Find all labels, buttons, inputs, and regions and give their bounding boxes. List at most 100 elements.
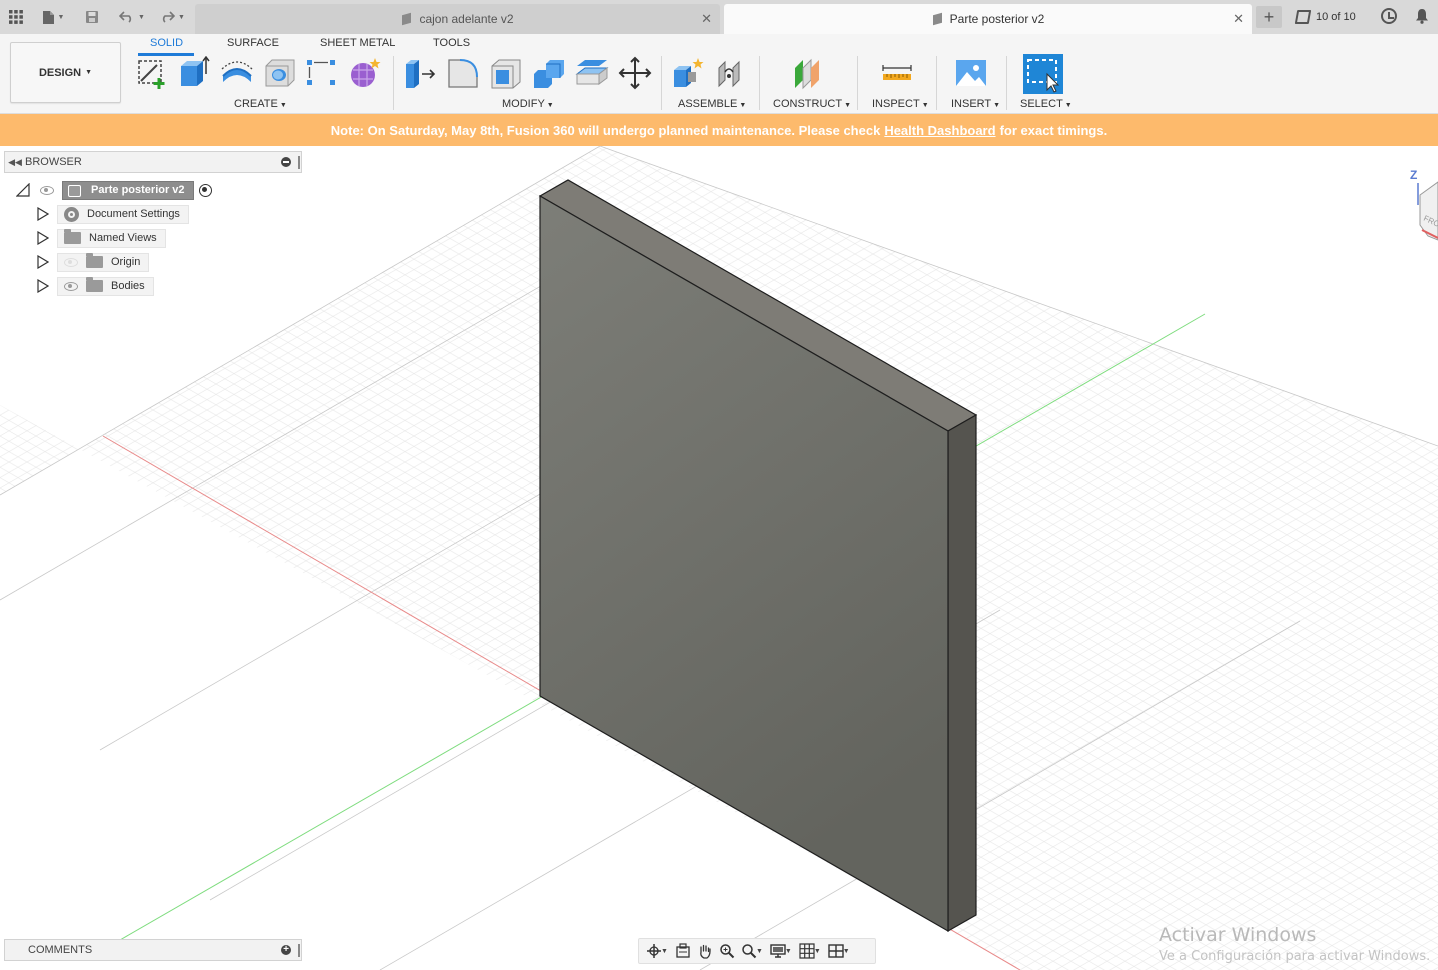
- offset-face-icon: [575, 60, 609, 85]
- chevron-down-icon[interactable]: ▼: [661, 948, 668, 955]
- canvas-viewport[interactable]: FRO: [0, 146, 1438, 970]
- job-status-icon[interactable]: [1381, 8, 1397, 24]
- look-at-icon[interactable]: [672, 942, 694, 960]
- move-copy-button[interactable]: [618, 56, 652, 90]
- document-settings-chip[interactable]: Document Settings: [57, 204, 189, 224]
- named-views-label: Named Views: [89, 232, 157, 244]
- chevron-down-icon[interactable]: ▼: [843, 948, 850, 955]
- tree-collapse-icon[interactable]: [16, 183, 30, 197]
- combine-button[interactable]: [532, 56, 566, 90]
- viewcube-z-label: Z: [1410, 168, 1418, 182]
- new-tab-button[interactable]: +: [1256, 6, 1282, 28]
- origin-chip[interactable]: Origin: [57, 252, 150, 272]
- chevron-down-icon[interactable]: ▼: [756, 948, 763, 955]
- extrude-button[interactable]: [177, 55, 211, 90]
- offset-plane-button[interactable]: [791, 56, 825, 90]
- insert-menu[interactable]: INSERT ▼: [951, 98, 1000, 110]
- close-icon[interactable]: ✕: [701, 11, 712, 27]
- inspect-menu[interactable]: INSPECT ▼: [872, 98, 929, 110]
- maintenance-notice: Note: On Saturday, May 8th, Fusion 360 w…: [0, 114, 1438, 146]
- root-component-chip[interactable]: Parte posterior v2: [62, 180, 194, 200]
- press-pull-button[interactable]: [403, 56, 437, 90]
- fillet-button[interactable]: [446, 56, 480, 90]
- named-views-chip[interactable]: Named Views: [57, 228, 166, 248]
- pattern-button[interactable]: [305, 56, 339, 90]
- tab-sheet-metal[interactable]: SHEET METAL: [320, 37, 395, 49]
- assemble-label: ASSEMBLE: [678, 98, 738, 110]
- measure-button[interactable]: [880, 56, 914, 90]
- offset-face-button[interactable]: [575, 56, 609, 90]
- hole-button[interactable]: [263, 56, 297, 90]
- shell-icon: [491, 59, 521, 89]
- move-icon: [618, 56, 652, 90]
- select-button[interactable]: [1023, 54, 1063, 94]
- version-icon: [1294, 10, 1312, 24]
- image-icon: [956, 60, 986, 86]
- zoom-icon[interactable]: [716, 942, 738, 960]
- create-sketch-button[interactable]: [135, 56, 169, 90]
- visibility-eye-icon[interactable]: [40, 185, 54, 195]
- panel-grip[interactable]: [298, 944, 300, 957]
- document-tab-cajon-adelante[interactable]: cajon adelante v2 ✕: [195, 4, 720, 34]
- undo-button[interactable]: ▼: [116, 6, 148, 28]
- health-dashboard-link[interactable]: Health Dashboard: [884, 123, 995, 138]
- comments-panel-header[interactable]: COMMENTS +: [4, 939, 302, 961]
- chevron-down-icon[interactable]: ▼: [785, 948, 792, 955]
- browser-item-origin[interactable]: Origin: [37, 252, 150, 272]
- folder-icon: [86, 253, 103, 268]
- select-menu[interactable]: SELECT ▼: [1020, 98, 1072, 110]
- create-form-button[interactable]: [348, 56, 382, 90]
- visibility-eye-hidden-icon[interactable]: [64, 257, 78, 267]
- panel-grip[interactable]: [298, 156, 300, 169]
- visibility-eye-icon[interactable]: [64, 281, 78, 291]
- expand-icon[interactable]: [37, 207, 49, 221]
- document-tab-parte-posterior[interactable]: Parte posterior v2 ✕: [724, 4, 1252, 34]
- folder-icon: [64, 229, 81, 244]
- pan-hand-icon[interactable]: [694, 942, 716, 960]
- save-button[interactable]: [82, 6, 102, 28]
- activate-component-icon[interactable]: [198, 183, 212, 197]
- expand-icon[interactable]: [37, 255, 49, 269]
- expand-icon[interactable]: [37, 231, 49, 245]
- activation-watermark-subtitle: Ve a Configuración para activar Windows.: [1159, 949, 1431, 964]
- tab-solid[interactable]: SOLID: [150, 37, 183, 49]
- new-component-icon: [674, 58, 704, 87]
- workspace-label: DESIGN: [38, 66, 82, 79]
- collapse-panel-icon[interactable]: ◀◀: [5, 157, 25, 168]
- joint-button[interactable]: [715, 56, 749, 90]
- construct-menu[interactable]: CONSTRUCT ▼: [773, 98, 851, 110]
- expand-icon[interactable]: [37, 279, 49, 293]
- notification-bell-icon[interactable]: [1414, 7, 1430, 25]
- assemble-menu[interactable]: ASSEMBLE ▼: [678, 98, 746, 110]
- create-menu[interactable]: CREATE ▼: [234, 98, 287, 110]
- chevron-down-icon[interactable]: ▼: [814, 948, 821, 955]
- app-grid-icon[interactable]: [6, 6, 26, 28]
- redo-button[interactable]: ▼: [156, 6, 188, 28]
- combine-icon: [534, 60, 564, 88]
- workspace-switcher[interactable]: DESIGN ▼: [10, 42, 121, 103]
- tab-surface[interactable]: SURFACE: [227, 37, 279, 49]
- shell-button[interactable]: [489, 56, 523, 90]
- revolve-button[interactable]: [220, 56, 254, 90]
- add-comment-icon[interactable]: +: [281, 945, 291, 955]
- separator: [393, 56, 394, 110]
- tab-tools[interactable]: TOOLS: [433, 37, 470, 49]
- body-side-face[interactable]: [947, 413, 977, 933]
- browser-root-node[interactable]: Parte posterior v2: [16, 180, 212, 200]
- close-icon[interactable]: ✕: [1233, 11, 1244, 27]
- browser-item-named-views[interactable]: Named Views: [37, 228, 166, 248]
- bodies-chip[interactable]: Bodies: [57, 276, 154, 296]
- save-icon: [86, 11, 98, 23]
- plus-icon: +: [1263, 6, 1275, 27]
- insert-image-button[interactable]: [954, 56, 988, 90]
- browser-item-document-settings[interactable]: Document Settings: [37, 204, 189, 224]
- browser-item-bodies[interactable]: Bodies: [37, 276, 154, 296]
- version-indicator[interactable]: 10 of 10: [1294, 8, 1356, 26]
- modify-menu[interactable]: MODIFY ▼: [502, 98, 554, 110]
- browser-panel-header[interactable]: ◀◀ BROWSER: [4, 151, 302, 173]
- version-label: 10 of 10: [1316, 11, 1356, 23]
- new-component-button[interactable]: [671, 56, 705, 90]
- file-menu-button[interactable]: ▼: [38, 6, 68, 28]
- pattern-icon: [307, 60, 335, 85]
- minimize-icon[interactable]: [281, 157, 291, 167]
